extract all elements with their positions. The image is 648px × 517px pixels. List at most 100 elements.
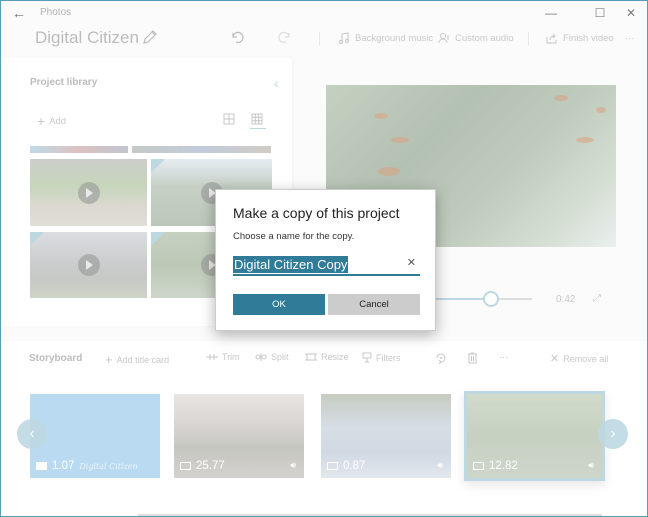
storyboard-title: Storyboard	[29, 353, 83, 364]
duration-text: 1.07	[52, 460, 75, 472]
more-options-button[interactable]: ···	[625, 29, 635, 47]
falling-leaf	[391, 137, 409, 143]
play-icon	[77, 181, 100, 204]
scroll-left-button[interactable]: ‹	[17, 419, 47, 449]
cancel-button[interactable]: Cancel	[328, 294, 420, 315]
clip-duration: 12.82	[473, 460, 518, 472]
background-music-button[interactable]: Background music	[338, 29, 433, 47]
clip-duration: 0.87	[327, 460, 365, 472]
add-title-card-button[interactable]: + Add title card	[105, 352, 169, 367]
close-icon: ✕	[550, 353, 560, 365]
project-title[interactable]: Digital Citizen	[35, 28, 139, 48]
add-title-card-label: Add title card	[116, 354, 170, 365]
active-view-indicator	[250, 128, 266, 129]
copy-name-value[interactable]: Digital Citizen Copy	[233, 256, 349, 273]
photos-window: ← Photos — ☐ ✕ Digital Citizen Backgroun…	[0, 0, 648, 517]
library-thumbnail[interactable]	[30, 232, 147, 298]
storyboard-toolbar: Storyboard + Add title card Trim Split R…	[1, 341, 647, 377]
minimize-button[interactable]: —	[537, 3, 565, 23]
divider	[319, 32, 320, 46]
rotate-icon[interactable]	[435, 352, 447, 364]
toolbar: Digital Citizen Background music Custom …	[1, 25, 647, 55]
storyboard-clip[interactable]: 1.07 Digital Citizen	[30, 394, 160, 478]
pencil-icon[interactable]	[141, 28, 159, 46]
finish-video-label: Finish video	[563, 32, 614, 44]
custom-audio-button[interactable]: Custom audio	[438, 29, 514, 47]
resize-button[interactable]: Resize	[305, 352, 349, 362]
clear-input-icon[interactable]: ✕	[407, 256, 416, 269]
trim-label: Trim	[222, 352, 240, 362]
plus-icon: +	[105, 352, 113, 367]
background-music-label: Background music	[355, 32, 434, 44]
split-icon	[255, 352, 267, 362]
share-icon	[546, 32, 558, 44]
library-thumbnail[interactable]	[30, 146, 128, 153]
clip-duration: 25.77	[180, 460, 225, 472]
filters-button[interactable]: Filters	[362, 352, 401, 363]
storyboard-clip[interactable]: 0.87 🔊︎	[321, 394, 451, 478]
fullscreen-icon[interactable]: ⤢	[593, 293, 601, 304]
speaker-icon[interactable]: 🔊︎	[588, 460, 594, 471]
title-card-icon	[36, 462, 47, 470]
trim-button[interactable]: Trim	[206, 352, 240, 362]
undo-icon[interactable]	[230, 30, 244, 44]
maximize-button[interactable]: ☐	[586, 3, 614, 23]
delete-icon[interactable]	[467, 352, 478, 364]
storyboard-clip-selected[interactable]: 12.82 🔊︎	[464, 391, 605, 481]
falling-leaf	[596, 107, 606, 113]
large-grid-view-icon[interactable]	[223, 113, 237, 127]
duration-text: 0.87	[343, 460, 366, 472]
music-note-icon	[338, 32, 350, 44]
plus-icon: +	[37, 113, 46, 129]
split-button[interactable]: Split	[255, 352, 289, 362]
app-name: Photos	[40, 7, 72, 18]
finish-video-button[interactable]: Finish video	[546, 29, 614, 47]
in-use-marker	[151, 159, 165, 173]
falling-leaf	[378, 167, 400, 176]
copy-project-dialog: Make a copy of this project Choose a nam…	[215, 189, 436, 331]
ok-button[interactable]: OK	[233, 294, 325, 315]
divider	[528, 32, 529, 46]
storyboard-scrollbar[interactable]	[138, 514, 602, 516]
dialog-subtitle: Choose a name for the copy.	[233, 231, 355, 242]
collapse-panel-icon[interactable]: ‹	[274, 75, 279, 91]
playback-time: 0:42	[556, 294, 576, 305]
in-use-marker	[30, 232, 44, 246]
resize-icon	[305, 352, 317, 362]
dialog-title: Make a copy of this project	[233, 205, 400, 221]
video-clip-icon	[327, 462, 338, 470]
speaker-icon[interactable]: 🔊︎	[290, 460, 296, 471]
remove-all-label: Remove all	[563, 353, 609, 364]
person-audio-icon	[438, 32, 450, 44]
redo-icon[interactable]	[278, 30, 292, 44]
in-use-marker	[151, 232, 165, 246]
duration-text: 25.77	[196, 460, 225, 472]
add-label: Add	[49, 115, 67, 127]
clip-duration: 1.07 Digital Citizen	[36, 460, 138, 472]
trim-icon	[206, 352, 218, 362]
back-button[interactable]: ←	[11, 5, 27, 21]
copy-name-input[interactable]: Digital Citizen Copy ✕	[233, 254, 420, 276]
video-clip-icon	[180, 462, 191, 470]
play-icon	[77, 254, 100, 276]
storyboard-clip[interactable]: 25.77 🔊︎	[174, 394, 304, 478]
speaker-icon[interactable]: 🔊︎	[437, 460, 443, 471]
close-button[interactable]: ✕	[617, 3, 645, 23]
falling-leaf	[374, 113, 388, 119]
scroll-right-button[interactable]: ›	[598, 419, 628, 449]
filters-label: Filters	[376, 352, 401, 363]
falling-leaf	[576, 137, 594, 143]
library-thumbnail[interactable]	[30, 159, 147, 226]
project-library-title: Project library	[30, 77, 98, 88]
library-thumbnail[interactable]	[132, 146, 271, 153]
remove-all-button[interactable]: ✕ Remove all	[550, 352, 608, 365]
small-grid-view-icon[interactable]	[251, 113, 265, 127]
title-bar: ← Photos — ☐ ✕	[1, 1, 647, 25]
add-media-button[interactable]: + Add	[37, 113, 66, 129]
filters-icon	[362, 352, 372, 363]
title-card-caption: Digital Citizen	[79, 461, 138, 471]
video-clip-icon	[473, 462, 484, 470]
resize-label: Resize	[321, 352, 349, 362]
seek-bar-thumb[interactable]	[483, 291, 499, 307]
storyboard-more-button[interactable]: ···	[499, 352, 508, 362]
